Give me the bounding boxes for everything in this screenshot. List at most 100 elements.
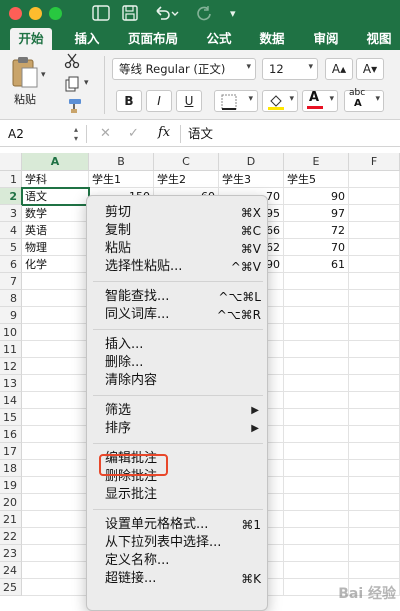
cell[interactable] (349, 460, 400, 477)
row-header-15[interactable]: 15 (0, 409, 22, 426)
decrease-font-size-button[interactable]: A▾ (356, 58, 384, 80)
cell[interactable]: 61 (284, 256, 349, 273)
insert-function-icon[interactable]: fx (158, 124, 170, 142)
column-header-e[interactable]: E (284, 153, 349, 171)
tab-insert[interactable]: 插入 (66, 28, 108, 50)
cell[interactable] (349, 341, 400, 358)
cell[interactable] (22, 562, 89, 579)
cell[interactable] (22, 579, 89, 596)
cancel-entry-icon[interactable]: ✕ (100, 125, 111, 143)
row-header-1[interactable]: 1 (0, 171, 22, 188)
row-header-13[interactable]: 13 (0, 375, 22, 392)
row-header-6[interactable]: 6 (0, 256, 22, 273)
row-header-17[interactable]: 17 (0, 443, 22, 460)
cell[interactable] (284, 341, 349, 358)
tab-page-layout[interactable]: 页面布局 (120, 28, 186, 50)
cell[interactable] (284, 392, 349, 409)
row-header-9[interactable]: 9 (0, 307, 22, 324)
redo-icon[interactable] (196, 5, 212, 25)
column-header-b[interactable]: B (89, 153, 154, 171)
cell[interactable] (22, 528, 89, 545)
cell[interactable]: 物理 (22, 239, 89, 256)
cell[interactable] (349, 426, 400, 443)
cut-icon[interactable] (64, 53, 80, 72)
formula-input[interactable]: 语文 (188, 125, 213, 143)
cell[interactable] (284, 477, 349, 494)
menu-item-cut[interactable]: 剪切 ⌘X (87, 204, 269, 222)
cell[interactable] (349, 307, 400, 324)
name-box[interactable]: A2 ▴ ▾ (4, 125, 82, 143)
cell[interactable] (349, 443, 400, 460)
cell[interactable] (22, 307, 89, 324)
cell[interactable] (22, 409, 89, 426)
menu-item-sort[interactable]: 排序 ▶ (87, 420, 269, 438)
cell[interactable]: 数学 (22, 205, 89, 222)
menu-item-format-cells[interactable]: 设置单元格格式... ⌘1 (87, 516, 269, 534)
cell[interactable] (22, 290, 89, 307)
cell[interactable] (349, 511, 400, 528)
cell[interactable] (22, 511, 89, 528)
cell[interactable] (22, 341, 89, 358)
tab-home[interactable]: 开始 (10, 28, 52, 50)
cell[interactable]: 90 (284, 188, 349, 205)
tab-view[interactable]: 视图 (358, 28, 400, 50)
menu-item-show-comment[interactable]: 显示批注 (87, 486, 269, 504)
paste-icon[interactable] (10, 56, 40, 93)
cell[interactable] (349, 528, 400, 545)
column-header-a[interactable]: A (22, 153, 89, 171)
minimize-window-button[interactable] (29, 7, 42, 20)
cell[interactable] (349, 188, 400, 205)
menu-item-pick-from-list[interactable]: 从下拉列表中选择... (87, 534, 269, 552)
row-header-21[interactable]: 21 (0, 511, 22, 528)
more-icon[interactable]: ▾ (230, 5, 236, 23)
cell[interactable] (349, 290, 400, 307)
italic-button[interactable]: I (146, 90, 172, 112)
cell[interactable] (349, 477, 400, 494)
menu-item-smart-lookup[interactable]: 智能查找... ^⌥⌘L (87, 288, 269, 306)
cell[interactable] (284, 528, 349, 545)
cell[interactable] (349, 256, 400, 273)
fill-color-button[interactable]: ▾ (262, 90, 298, 112)
menu-item-paste-special[interactable]: 选择性粘贴... ^⌘V (87, 258, 269, 276)
cell[interactable] (284, 562, 349, 579)
cell[interactable] (22, 477, 89, 494)
cell[interactable] (349, 562, 400, 579)
cell[interactable] (349, 324, 400, 341)
menu-item-thesaurus[interactable]: 同义词库... ^⌥⌘R (87, 306, 269, 324)
cell[interactable] (284, 375, 349, 392)
cell[interactable] (22, 494, 89, 511)
cell[interactable] (349, 239, 400, 256)
cell[interactable]: 学生2 (154, 171, 219, 188)
menu-item-delete[interactable]: 删除... (87, 354, 269, 372)
cell[interactable] (284, 460, 349, 477)
cell[interactable] (349, 545, 400, 562)
row-header-19[interactable]: 19 (0, 477, 22, 494)
cell[interactable] (284, 494, 349, 511)
row-header-16[interactable]: 16 (0, 426, 22, 443)
cell[interactable] (349, 392, 400, 409)
row-header-24[interactable]: 24 (0, 562, 22, 579)
row-header-23[interactable]: 23 (0, 545, 22, 562)
sidebar-toggle-icon[interactable] (92, 5, 110, 25)
cell[interactable] (284, 443, 349, 460)
cell[interactable] (284, 324, 349, 341)
tab-review[interactable]: 审阅 (305, 28, 347, 50)
row-header-3[interactable]: 3 (0, 205, 22, 222)
row-header-7[interactable]: 7 (0, 273, 22, 290)
menu-item-paste[interactable]: 粘贴 ⌘V (87, 240, 269, 258)
cell[interactable] (22, 392, 89, 409)
row-header-25[interactable]: 25 (0, 579, 22, 596)
copy-dropdown-icon[interactable]: ▾ (84, 78, 89, 88)
active-cell[interactable]: 语文 (21, 187, 90, 206)
row-header-22[interactable]: 22 (0, 528, 22, 545)
cell[interactable]: 学生1 (89, 171, 154, 188)
cell[interactable] (22, 273, 89, 290)
cell[interactable]: 72 (284, 222, 349, 239)
row-header-5[interactable]: 5 (0, 239, 22, 256)
cell[interactable] (284, 511, 349, 528)
cell[interactable] (349, 205, 400, 222)
column-header-c[interactable]: C (154, 153, 219, 171)
menu-item-clear-contents[interactable]: 清除内容 (87, 372, 269, 390)
row-header-14[interactable]: 14 (0, 392, 22, 409)
underline-button[interactable]: U (176, 90, 202, 112)
